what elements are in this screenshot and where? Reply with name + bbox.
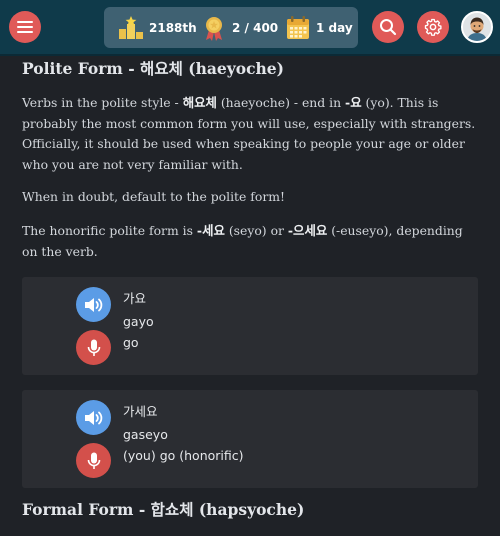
speaker-icon — [84, 297, 102, 312]
top-bar: 2188th 2 / 400 1 day — [0, 0, 500, 56]
progress-stat[interactable]: 2 / 400 — [201, 15, 278, 41]
polite-form-tip: When in doubt, default to the polite for… — [22, 189, 285, 204]
streak-stat[interactable]: 1 day — [285, 15, 353, 41]
section-title: Polite Form - 해요체 (haeyoche) — [22, 59, 284, 78]
play-audio-button[interactable] — [76, 400, 111, 435]
honorific-description: The honorific polite form is -세요 (seyo) … — [22, 221, 478, 262]
gear-icon — [424, 18, 442, 36]
korean-term: 해요체 — [182, 95, 217, 110]
ranking-stat[interactable]: 2188th — [118, 15, 197, 41]
text: Verbs in the polite style - — [22, 95, 183, 110]
english-translation: (you) go (honorific) — [123, 448, 244, 463]
korean-word: 가세요 — [123, 404, 158, 419]
calendar-icon — [285, 15, 311, 41]
text: (haeyoche) - end in — [216, 95, 346, 110]
microphone-icon — [87, 339, 100, 356]
english-translation: go — [123, 335, 139, 350]
korean-ending: -세요 — [196, 223, 225, 238]
record-button[interactable] — [76, 330, 111, 365]
polite-form-description: Verbs in the polite style - 해요체 (haeyoch… — [22, 93, 478, 175]
text: The honorific polite form is — [22, 223, 197, 238]
settings-button[interactable] — [417, 11, 449, 43]
example-card: 가세요 gaseyo (you) go (honorific) — [22, 390, 478, 488]
medal-icon — [201, 15, 227, 41]
korean-ending: -으세요 — [287, 223, 328, 238]
podium-icon — [118, 15, 144, 41]
menu-button[interactable] — [9, 11, 41, 43]
stats-panel: 2188th 2 / 400 1 day — [104, 7, 358, 48]
example-card: 가요 gayo go — [22, 277, 478, 375]
text: (seyo) or — [224, 223, 288, 238]
search-icon — [380, 19, 397, 36]
record-button[interactable] — [76, 443, 111, 478]
ranking-label: 2188th — [149, 20, 197, 35]
hamburger-icon — [17, 21, 33, 33]
progress-label: 2 / 400 — [232, 20, 279, 35]
microphone-icon — [87, 452, 100, 469]
user-avatar[interactable] — [461, 11, 493, 43]
speaker-icon — [84, 410, 102, 425]
play-audio-button[interactable] — [76, 287, 111, 322]
romanization: gaseyo — [123, 427, 168, 442]
next-section-title: Formal Form - 합쇼체 (hapsyoche) — [22, 500, 305, 519]
romanization: gayo — [123, 314, 154, 329]
search-button[interactable] — [372, 11, 404, 43]
korean-ending: -요 — [345, 95, 362, 110]
streak-label: 1 day — [316, 20, 353, 35]
korean-word: 가요 — [123, 291, 147, 306]
